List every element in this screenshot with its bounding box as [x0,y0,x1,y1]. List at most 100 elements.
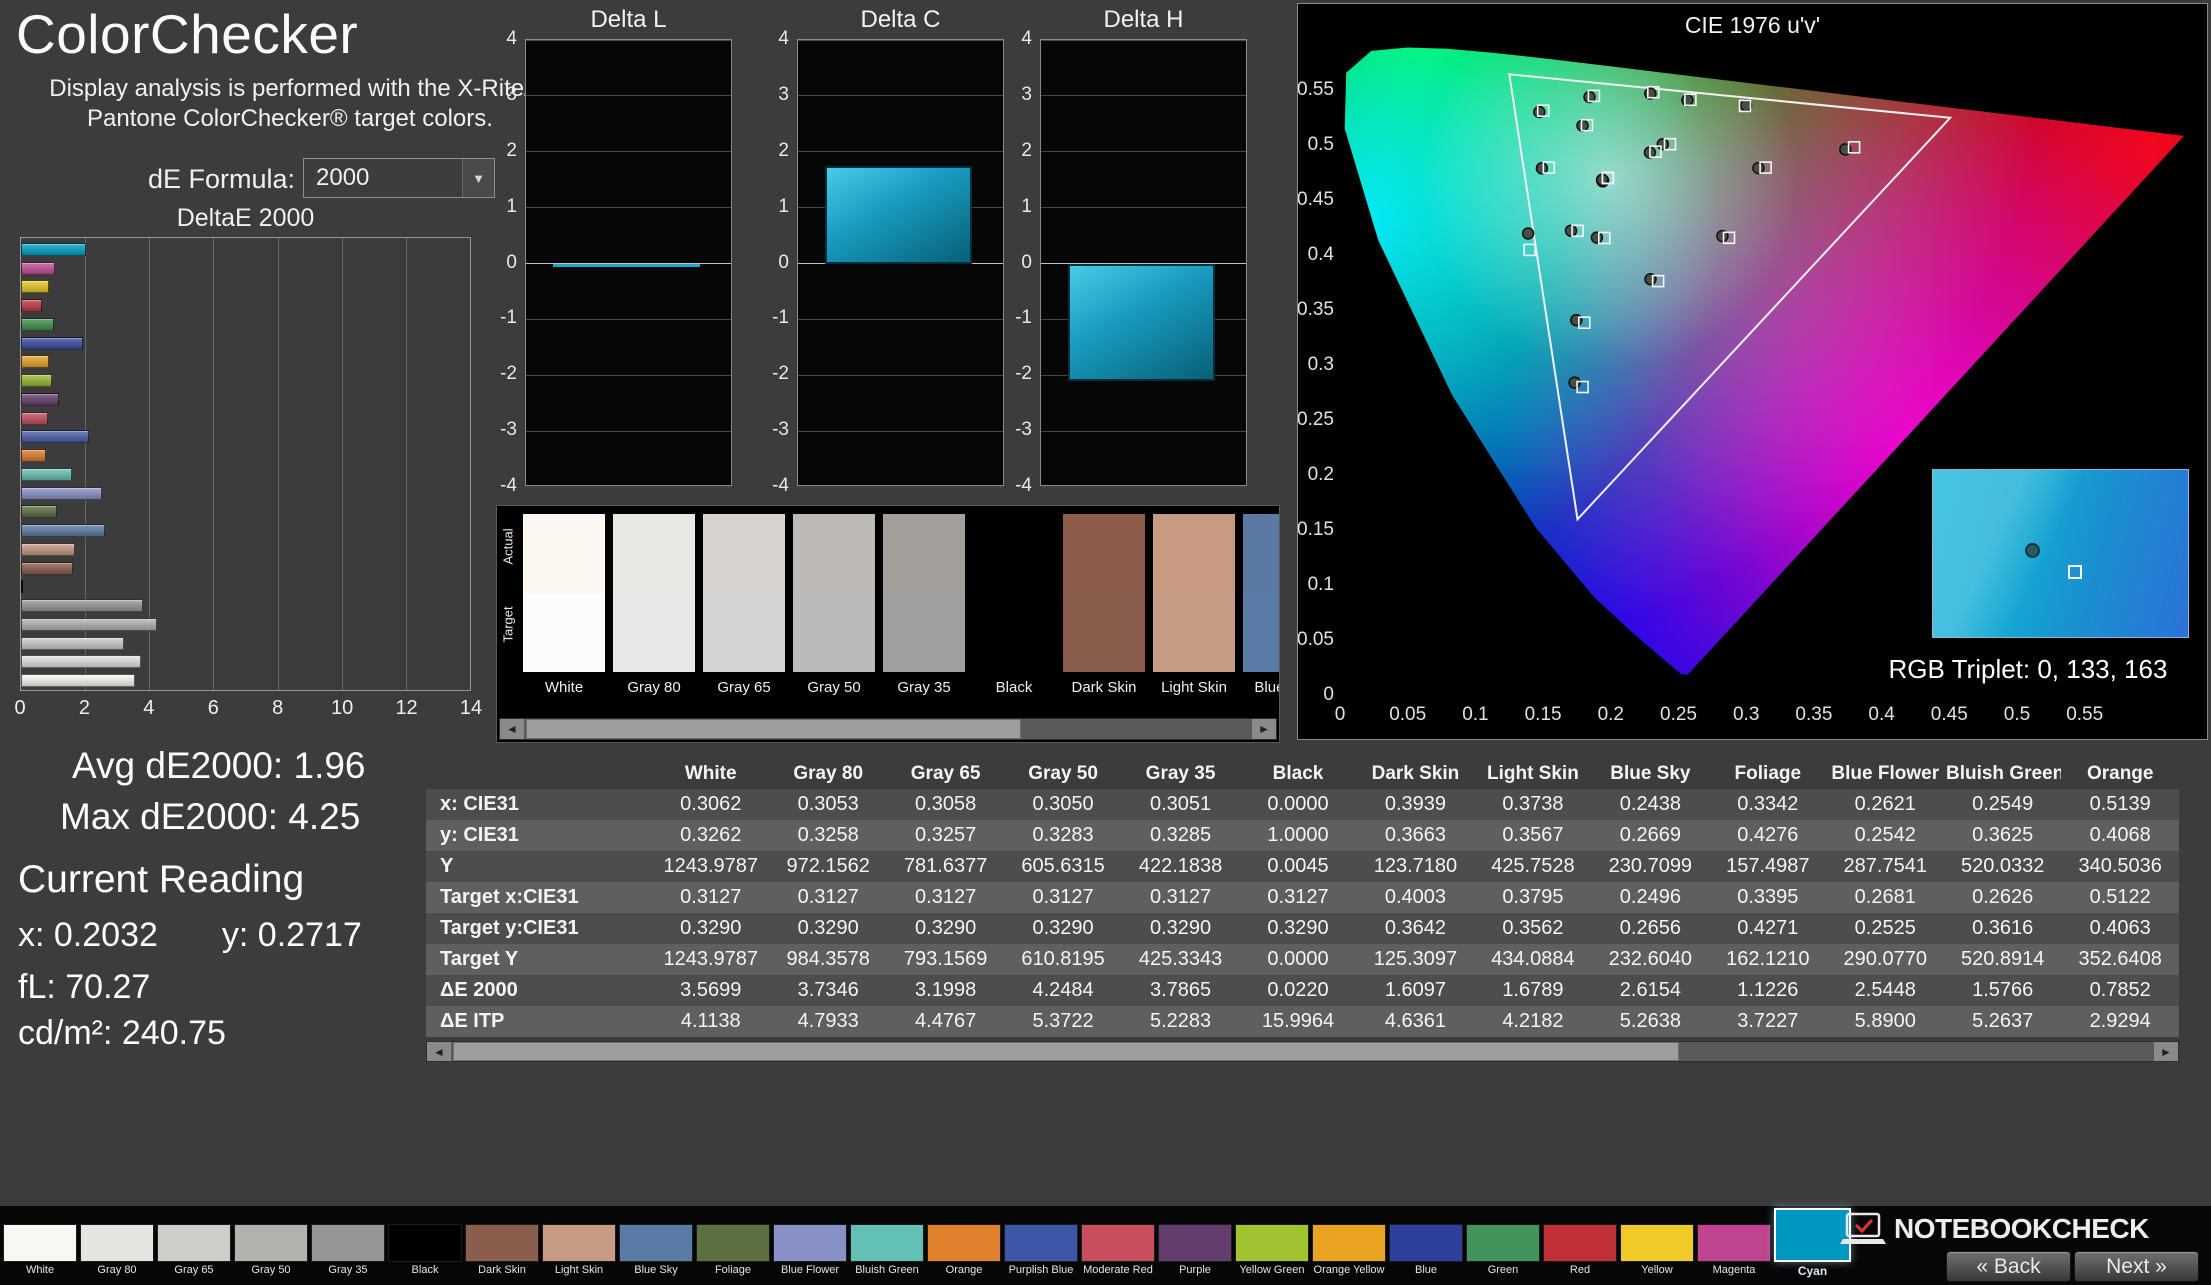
patch-yellow-green[interactable]: Yellow Green [1235,1224,1309,1276]
cie-title: CIE 1976 u'v' [1684,12,1821,38]
scroll-left-icon[interactable]: ◄ [500,719,524,739]
table-cell: 0.3127 [680,886,742,908]
patch-swatch[interactable] [773,1224,847,1262]
gridline [798,374,1003,376]
table-cell: 3.5699 [680,979,742,1001]
table-cell: 5.2638 [1619,1010,1681,1032]
table-cell: 422.1838 [1138,855,1223,877]
patch-swatch[interactable] [542,1224,616,1262]
patch-blue-sky[interactable]: Blue Sky [619,1224,693,1276]
deltae-x-tick: 0 [14,697,26,719]
scrollbar-thumb[interactable] [526,719,1022,739]
next-button[interactable]: Next » [2074,1251,2199,1282]
patch-swatch[interactable] [1620,1224,1694,1262]
deltae-bar-white [21,674,136,688]
patch-dark-skin[interactable]: Dark Skin [465,1224,539,1276]
patch-purplish-blue[interactable]: Purplish Blue [1004,1224,1078,1276]
patch-gray-65[interactable]: Gray 65 [157,1224,231,1276]
table-cell: 0.2549 [1972,793,2034,815]
patch-swatch[interactable] [465,1224,539,1262]
swatch-label: Black [995,679,1033,696]
cie-x-tick: 0.35 [1795,704,1832,725]
table-cell: 2.5448 [1854,979,1916,1001]
patch-purple[interactable]: Purple [1158,1224,1232,1276]
patch-blue[interactable]: Blue [1389,1224,1463,1276]
patch-swatch[interactable] [696,1224,770,1262]
patch-swatch[interactable] [1543,1224,1617,1262]
de-formula-select[interactable]: 2000 ▼ [303,158,495,198]
patch-white[interactable]: White [3,1224,77,1276]
scrollbar-track[interactable] [524,719,1252,739]
patch-label: Purplish Blue [1008,1264,1074,1276]
patch-swatch[interactable] [619,1224,693,1262]
patch-foliage[interactable]: Foliage [696,1224,770,1276]
deltae-bar-row [21,334,470,353]
patch-bluish-green[interactable]: Bluish Green [850,1224,924,1276]
patch-swatch[interactable] [157,1224,231,1262]
back-button[interactable]: « Back [1946,1251,2071,1282]
patch-label: Green [1487,1264,1519,1276]
patch-swatch[interactable] [1697,1224,1771,1262]
table-cell: 15.9964 [1261,1010,1335,1032]
table-cell: 0.0000 [1267,948,1329,970]
patch-yellow[interactable]: Yellow [1620,1224,1694,1276]
table-scrollbar[interactable]: ◄ ► [426,1041,2179,1062]
patch-swatch[interactable] [1004,1224,1078,1262]
deltae-bar-yellow [21,280,49,294]
patch-orange-yellow[interactable]: Orange Yellow [1312,1224,1386,1276]
patch-swatch[interactable] [1389,1224,1463,1262]
deltae-x-axis: 0 2 4 6 8 10 12 14 [14,697,482,723]
table-cell: 2.9294 [2089,1010,2151,1032]
patch-swatch[interactable] [388,1224,462,1262]
deltae-chart [20,237,471,691]
swatch-label: Gray 80 [627,679,681,696]
patch-light-skin[interactable]: Light Skin [542,1224,616,1276]
scroll-right-icon[interactable]: ► [2154,1042,2178,1061]
patch-swatch[interactable] [850,1224,924,1262]
patch-red[interactable]: Red [1543,1224,1617,1276]
swatch-scrollbar[interactable]: ◄ ► [499,718,1277,740]
patch-gray-50[interactable]: Gray 50 [234,1224,308,1276]
patch-swatch[interactable] [1235,1224,1309,1262]
patch-gray-80[interactable]: Gray 80 [80,1224,154,1276]
swatch-column-black: Black [973,514,1055,706]
delta-chart-y-axis: 4 3 2 1 0 -1 -2 -3 -4 [749,28,789,496]
delta-y-tick: -1 [772,307,789,329]
cie-x-tick: 0.5 [2004,704,2030,725]
table-cell: 0.3642 [1384,917,1447,939]
patch-magenta[interactable]: Magenta [1697,1224,1771,1276]
scroll-left-icon[interactable]: ◄ [427,1042,451,1061]
scrollbar-thumb[interactable] [453,1042,1680,1061]
patch-black[interactable]: Black [388,1224,462,1276]
patch-swatch[interactable] [927,1224,1001,1262]
deltae-bar-gray-80 [21,655,141,669]
deltae-bar-orange-yellow [21,355,50,369]
table-cell: 0.4276 [1737,824,1799,846]
patch-swatch[interactable] [1312,1224,1386,1262]
deltae-bar-row [21,428,470,447]
table-cell: 0.3062 [680,793,742,815]
scrollbar-track[interactable] [451,1042,2154,1061]
patch-blue-flower[interactable]: Blue Flower [773,1224,847,1276]
patch-swatch[interactable] [1466,1224,1540,1262]
actual-swatch [793,514,875,593]
patch-swatch[interactable] [1158,1224,1232,1262]
patch-swatch[interactable] [3,1224,77,1262]
patch-moderate-red[interactable]: Moderate Red [1081,1224,1155,1276]
cie-y-tick: 0.55 [1298,79,1334,100]
deltae-bar-row [21,484,470,503]
gridline [1041,95,1246,97]
table-cell: 425.3343 [1138,948,1223,970]
actual-swatch [973,514,1055,593]
cie-measured-moderate-red [1752,161,1765,175]
patch-green[interactable]: Green [1466,1224,1540,1276]
patch-swatch[interactable] [311,1224,385,1262]
swatch-strip-panel: Actual Target White Gray 80 Gray 65 Gray 50… [496,505,1280,743]
patch-swatch[interactable] [1081,1224,1155,1262]
patch-orange[interactable]: Orange [927,1224,1001,1276]
patch-swatch[interactable] [80,1224,154,1262]
patch-swatch[interactable] [234,1224,308,1262]
scroll-right-icon[interactable]: ► [1252,719,1276,739]
patch-label: Moderate Red [1083,1264,1153,1276]
patch-gray-35[interactable]: Gray 35 [311,1224,385,1276]
